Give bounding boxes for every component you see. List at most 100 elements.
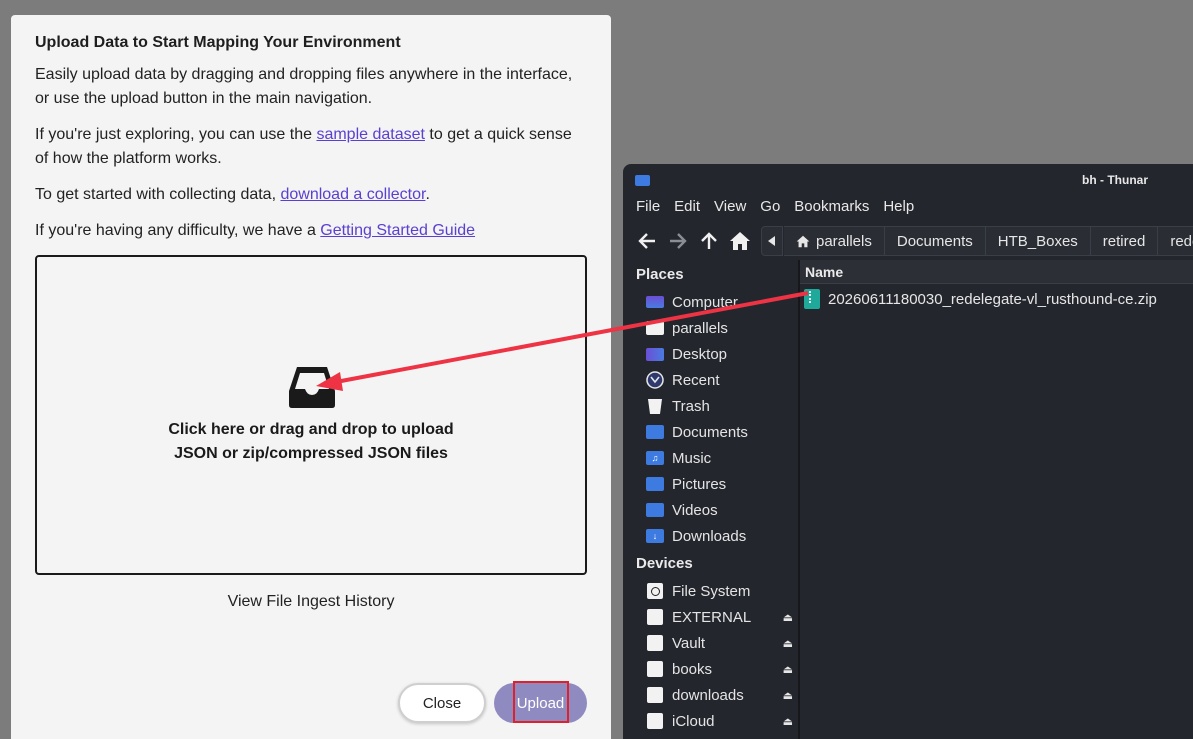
file-item-zip[interactable]: 20260611180030_redelegate-vl_rusthound-c… [804,288,1157,310]
upload-button[interactable]: Upload [494,683,587,723]
up-button[interactable] [696,228,722,254]
home-icon [730,232,750,250]
sidebar-item-parallels[interactable]: parallels [645,316,797,340]
sidebar-item-label: Downloads [672,527,747,545]
arrow-up-icon [701,232,717,249]
arrow-right-icon [670,233,687,249]
inbox-tray-icon [289,367,335,408]
sample-text-pre: If you're just exploring, you can use th… [35,126,317,143]
sidebar-item-label: Vault [672,634,706,652]
window-title: bh - Thunar [1082,173,1148,187]
folder-icon [635,175,650,186]
forward-button[interactable] [665,228,691,254]
sidebar-item-books[interactable]: books ⏏ [645,657,797,681]
zip-archive-icon [804,289,820,309]
sidebar-item-icloud[interactable]: iCloud ⏏ [645,709,797,733]
eject-icon[interactable]: ⏏ [783,637,793,650]
menu-go[interactable]: Go [760,198,780,220]
sidebar-item-label: books [672,660,713,678]
sidebar-item-label: Videos [672,501,718,519]
sidebar-item-label: Pictures [672,475,727,493]
menu-bar: File Edit View Go Bookmarks Help [623,198,915,220]
eject-icon[interactable]: ⏏ [783,611,793,624]
close-button[interactable]: Close [398,683,486,723]
collector-paragraph: To get started with collecting data, dow… [35,183,575,207]
drive-icon [645,660,665,678]
file-name: 20260611180030_redelegate-vl_rusthound-c… [828,290,1157,308]
sidebar-item-vault[interactable]: Vault ⏏ [645,631,797,655]
sidebar-item-label: Documents [672,423,748,441]
sidebar-item-recent[interactable]: Recent [645,368,797,392]
sidebar-item-documents[interactable]: Documents [645,420,797,444]
collector-text-post: . [425,186,430,203]
sidebar-item-computer[interactable]: Computer [645,290,797,314]
getting-started-guide-link[interactable]: Getting Started Guide [320,222,475,239]
path-scroll-left-button[interactable] [761,226,783,256]
computer-icon [645,293,665,311]
menu-edit[interactable]: Edit [674,198,700,220]
dropzone-instruction: Click here or drag and drop to upload [168,421,454,438]
sidebar-item-label: downloads [672,686,744,704]
intro-text: Easily upload data by dragging and dropp… [35,66,573,107]
menu-file[interactable]: File [636,198,660,220]
devices-header: Devices [636,555,693,572]
drive-icon [645,686,665,704]
sidebar-item-trash[interactable]: Trash [645,394,797,418]
view-file-ingest-history-link[interactable]: View File Ingest History [11,593,611,611]
thunar-window: bh - Thunar File Edit View Go Bookmarks … [623,164,1193,739]
column-header-name[interactable]: Name [800,260,1193,284]
places-header: Places [636,266,684,283]
videos-folder-icon [645,501,665,519]
sidebar-item-label: Computer [672,293,738,311]
breadcrumb: parallels Documents HTB_Boxes retired re… [784,226,1193,256]
music-folder-icon: ♫ [645,449,665,467]
downloads-folder-icon: ↓ [645,527,665,545]
sidebar-item-label: File System [672,582,751,600]
pictures-folder-icon [645,475,665,493]
sidebar-item-downloads[interactable]: ↓ Downloads [645,524,797,548]
drive-icon [645,608,665,626]
drive-icon [645,712,665,730]
title-bar[interactable]: bh - Thunar [623,164,1193,196]
sidebar-item-file-system[interactable]: File System [645,579,797,603]
crumb-label: parallels [816,232,872,250]
download-collector-link[interactable]: download a collector [280,186,425,203]
eject-icon[interactable]: ⏏ [783,663,793,676]
sidebar-item-videos[interactable]: Videos [645,498,797,522]
menu-view[interactable]: View [714,198,746,220]
recent-clock-icon [645,371,665,389]
eject-icon[interactable]: ⏏ [783,715,793,728]
crumb-retired[interactable]: retired [1090,226,1159,256]
crumb-redelegate[interactable]: rede [1158,226,1193,256]
sidebar-item-label: EXTERNAL [672,608,752,626]
back-button[interactable] [634,228,660,254]
dropzone-filetypes: JSON or zip/compressed JSON files [174,445,448,462]
sidebar-item-label: Recent [672,371,720,389]
sidebar-item-pictures[interactable]: Pictures [645,472,797,496]
triangle-left-icon [768,236,775,246]
menu-help[interactable]: Help [883,198,914,220]
arrow-left-icon [638,233,655,249]
sidebar-item-label: iCloud [672,712,715,730]
home-icon [796,235,810,247]
file-list-pane: Name 20260611180030_redelegate-vl_rustho… [800,260,1193,739]
crumb-documents[interactable]: Documents [884,226,986,256]
crumb-htb-boxes[interactable]: HTB_Boxes [985,226,1091,256]
file-dropzone[interactable]: Click here or drag and drop to upload JS… [35,255,587,575]
sidebar-item-music[interactable]: ♫ Music [645,446,797,470]
home-button[interactable] [727,228,753,254]
documents-folder-icon [645,423,665,441]
sample-dataset-paragraph: If you're just exploring, you can use th… [35,123,575,171]
toolbar: parallels Documents HTB_Boxes retired re… [623,226,1193,256]
sidebar-item-desktop[interactable]: Desktop [645,342,797,366]
sidebar-item-external[interactable]: EXTERNAL ⏏ [645,605,797,629]
guide-text-pre: If you're having any difficulty, we have… [35,222,321,239]
sample-dataset-link[interactable]: sample dataset [316,126,425,143]
crumb-parallels[interactable]: parallels [784,226,885,256]
sidebar-item-label: Trash [672,397,710,415]
eject-icon[interactable]: ⏏ [783,689,793,702]
guide-paragraph: If you're having any difficulty, we have… [35,219,575,243]
sidebar-item-downloads-device[interactable]: downloads ⏏ [645,683,797,707]
menu-bookmarks[interactable]: Bookmarks [794,198,869,220]
drive-icon [645,582,665,600]
